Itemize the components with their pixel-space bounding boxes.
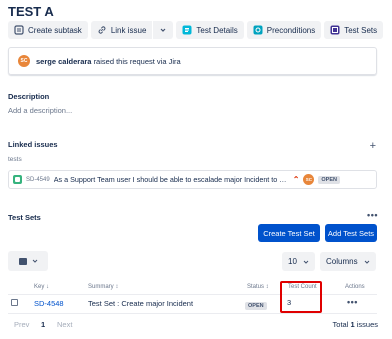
test-sets-icon	[330, 25, 340, 35]
add-test-sets-button[interactable]: Add Test Sets	[325, 224, 377, 242]
description-input[interactable]: Add a description...	[8, 106, 72, 115]
request-origin-panel: SC serge calderara raised this request v…	[8, 47, 377, 75]
chevron-down-icon	[364, 260, 369, 264]
preconditions-icon	[253, 25, 263, 35]
table-row-divider	[8, 313, 377, 314]
status-badge: OPEN	[318, 175, 340, 184]
preconditions-label: Preconditions	[266, 25, 316, 35]
test-set-status-badge: OPEN	[245, 300, 267, 310]
preconditions-button[interactable]: Preconditions	[246, 21, 322, 39]
highest-priority-icon: ⌃	[292, 174, 300, 184]
subtask-icon	[14, 25, 24, 35]
total-issues-text: Total 1 issues	[332, 320, 378, 329]
test-sets-button[interactable]: Test Sets	[324, 21, 384, 39]
test-sets-heading: Test Sets	[8, 213, 41, 222]
row-select-checkbox[interactable]	[11, 299, 18, 306]
issue-title: TEST A	[8, 4, 54, 19]
reporter-name[interactable]: serge calderara	[36, 57, 91, 66]
test-details-label: Test Details	[196, 25, 238, 35]
columns-select[interactable]: Columns	[320, 252, 376, 271]
test-details-button[interactable]: Test Details	[176, 21, 244, 39]
create-test-set-button[interactable]: Create Test Set	[258, 224, 320, 242]
page-size-value: 10	[288, 257, 297, 266]
linked-issue-summary[interactable]: As a Support Team user I should be able …	[54, 175, 289, 184]
chevron-down-icon	[160, 28, 166, 32]
test-sets-more-button[interactable]: •••	[367, 210, 378, 220]
add-linked-issue-button[interactable]: +	[370, 140, 376, 152]
column-header-summary[interactable]: Summary ↕	[88, 284, 118, 290]
test-count-highlight-box	[280, 281, 322, 313]
prev-page-button[interactable]: Prev	[14, 320, 29, 329]
column-header-key[interactable]: Key ↓	[34, 284, 49, 290]
linked-issue-row[interactable]: SD-4549 As a Support Team user I should …	[8, 170, 377, 189]
link-relation-label: tests	[8, 156, 22, 163]
table-view-icon	[18, 257, 27, 265]
current-page-button[interactable]: 1	[41, 320, 45, 329]
chevron-down-icon	[303, 260, 309, 264]
test-set-summary[interactable]: Test Set : Create major Incident	[88, 299, 193, 308]
link-issue-button[interactable]: Link issue	[90, 21, 153, 39]
issue-toolbar: Create subtask Link issue Test Details P…	[8, 21, 384, 39]
chevron-down-icon	[32, 259, 37, 263]
test-details-icon	[182, 25, 192, 35]
row-actions-button[interactable]: •••	[347, 297, 358, 307]
story-icon	[13, 175, 22, 184]
link-issue-dropdown-button[interactable]	[153, 21, 174, 39]
column-header-status[interactable]: Status ↕	[247, 284, 269, 290]
create-subtask-label: Create subtask	[28, 25, 82, 35]
create-subtask-button[interactable]: Create subtask	[8, 21, 88, 39]
test-sets-label: Test Sets	[344, 25, 378, 35]
avatar[interactable]: SC	[18, 55, 30, 67]
columns-label: Columns	[326, 257, 358, 266]
assignee-avatar[interactable]: SC	[303, 174, 315, 185]
linked-issues-heading: Linked issues	[8, 140, 58, 149]
linked-issue-key[interactable]: SD-4549	[26, 177, 50, 183]
test-set-key-link[interactable]: SD-4548	[34, 299, 64, 308]
request-origin-text: serge calderara raised this request via …	[36, 57, 181, 66]
column-header-actions: Actions	[345, 284, 365, 290]
view-mode-select[interactable]	[8, 251, 48, 271]
link-issue-label: Link issue	[110, 25, 147, 35]
description-heading: Description	[8, 92, 50, 101]
page-size-select[interactable]: 10	[282, 252, 315, 271]
raised-via-text: raised this request via Jira	[93, 56, 181, 66]
link-icon	[98, 26, 106, 34]
next-page-button[interactable]: Next	[57, 320, 72, 329]
link-issue-group: Link issue	[90, 21, 174, 39]
